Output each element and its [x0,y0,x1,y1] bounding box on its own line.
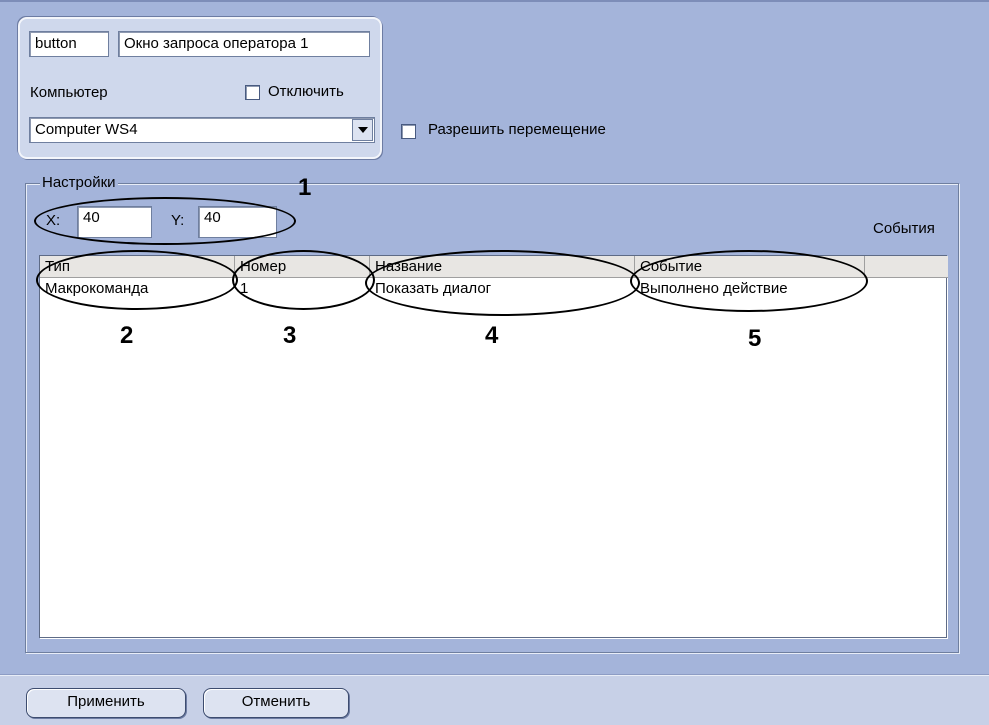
column-header-empty [865,256,948,278]
computer-select-value: Computer WS4 [35,121,138,138]
computer-select[interactable]: Computer WS4 [29,117,375,143]
disable-label: Отключить [268,83,344,100]
disable-checkbox[interactable] [245,85,260,100]
settings-legend: Настройки [40,174,118,191]
callout-oval-coordinates [34,197,296,245]
object-header-panel: button Окно запроса оператора 1 Компьюте… [18,17,382,159]
events-label: События [873,220,935,237]
computer-label: Компьютер [30,84,108,101]
object-name-field[interactable]: Окно запроса оператора 1 [118,31,370,57]
allow-move-checkbox[interactable] [401,124,416,139]
top-border-line [0,0,989,2]
apply-button[interactable]: Применить [26,688,186,718]
callout-oval-number [232,250,375,310]
callout-number-2: 2 [120,322,134,349]
callout-oval-name [365,250,640,316]
callout-oval-type [36,250,238,310]
callout-number-4: 4 [485,322,499,349]
callout-number-1: 1 [298,174,312,201]
callout-number-5: 5 [748,325,762,352]
cancel-button[interactable]: Отменить [203,688,349,718]
object-type-field[interactable]: button [29,31,109,57]
callout-number-3: 3 [283,322,297,349]
allow-move-label: Разрешить перемещение [428,121,606,138]
chevron-down-icon[interactable] [352,119,373,141]
callout-oval-event [630,250,868,312]
